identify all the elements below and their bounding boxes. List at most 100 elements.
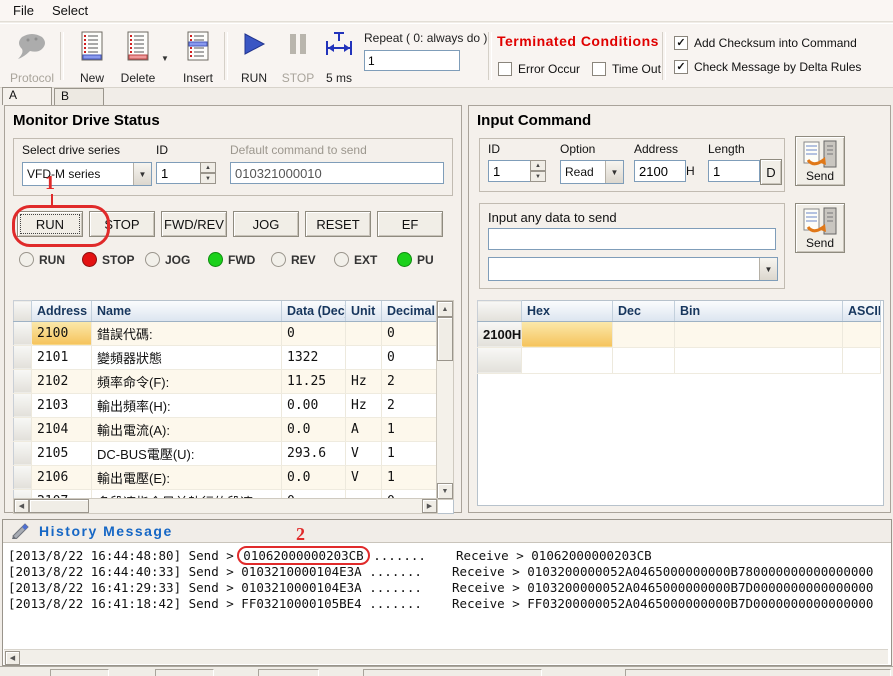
cell-address[interactable]: 2102 xyxy=(32,369,92,393)
run-toolbar-button[interactable]: RUN xyxy=(230,29,278,87)
column-header-bin[interactable]: Bin xyxy=(675,301,843,322)
insert-button[interactable]: Insert xyxy=(174,29,222,87)
cell-hex[interactable] xyxy=(522,321,613,347)
cell-name[interactable]: 輸出頻率(H): xyxy=(92,393,282,417)
drive-series-dropdown-icon[interactable]: ▼ xyxy=(133,163,151,185)
monitor-id-input[interactable] xyxy=(156,162,202,184)
stop-toolbar-button[interactable]: STOP xyxy=(276,29,320,87)
menu-file[interactable]: File xyxy=(4,1,43,20)
scroll-left-icon[interactable]: ◀ xyxy=(5,651,20,665)
monitor-id-spinner[interactable]: ▲▼ xyxy=(200,162,216,184)
check-message-checkbox-row[interactable]: ✓ Check Message by Delta Rules xyxy=(674,60,861,74)
column-header-datadec[interactable]: Data (Dec) xyxy=(282,301,346,322)
delete-dropdown-arrow[interactable]: ▼ xyxy=(161,54,169,63)
scroll-right-icon[interactable]: ▶ xyxy=(422,499,437,513)
cell-address[interactable]: 2100 xyxy=(32,321,92,345)
any-data-input[interactable] xyxy=(488,228,776,250)
drive-button-fwd-rev[interactable]: FWD/REV xyxy=(161,211,227,237)
cell-data[interactable]: 0 xyxy=(282,321,346,345)
cell-unit[interactable]: Hz xyxy=(346,369,382,393)
cell-decimal[interactable]: 2 xyxy=(382,393,437,417)
menu-select[interactable]: Select xyxy=(43,1,97,20)
ic-option-combobox[interactable]: Read ▼ xyxy=(560,160,624,184)
cell-data[interactable]: 11.25 xyxy=(282,369,346,393)
spinner-up-icon[interactable]: ▲ xyxy=(530,160,546,171)
row-header-cell[interactable] xyxy=(14,345,32,369)
interval-button[interactable]: 5 ms xyxy=(316,29,362,87)
column-header-ascii[interactable]: ASCII xyxy=(843,301,881,322)
delete-button[interactable]: Delete xyxy=(114,29,162,87)
drive-series-combobox[interactable]: VFD-M series ▼ xyxy=(22,162,152,186)
cell-name[interactable]: 頻率命令(F): xyxy=(92,369,282,393)
ic-option-dropdown-icon[interactable]: ▼ xyxy=(605,161,623,183)
scroll-left-icon[interactable]: ◀ xyxy=(14,499,29,513)
cell-decimal[interactable]: 1 xyxy=(382,417,437,441)
row-header-cell[interactable] xyxy=(14,369,32,393)
cell-data[interactable]: 0.00 xyxy=(282,393,346,417)
spinner-down-icon[interactable]: ▼ xyxy=(200,173,216,184)
drive-button-jog[interactable]: JOG xyxy=(233,211,299,237)
row-header-cell[interactable] xyxy=(478,347,522,373)
drive-button-reset[interactable]: RESET xyxy=(305,211,371,237)
ic-address-input[interactable] xyxy=(634,160,686,182)
cell-name[interactable]: 錯誤代碼: xyxy=(92,321,282,345)
cell-data[interactable]: 0.0 xyxy=(282,465,346,489)
row-header-cell[interactable]: 2100H xyxy=(478,321,522,347)
row-header-cell[interactable] xyxy=(14,321,32,345)
cell-unit[interactable]: Hz xyxy=(346,393,382,417)
send-any-data-button[interactable]: Send xyxy=(795,203,845,253)
repeat-input[interactable] xyxy=(364,50,460,71)
ic-length-unit-button[interactable]: D xyxy=(760,159,782,185)
column-header-name[interactable]: Name xyxy=(92,301,282,322)
cell-ascii[interactable] xyxy=(843,321,881,347)
cell-ascii[interactable] xyxy=(843,347,881,373)
any-data-dropdown-icon[interactable]: ▼ xyxy=(759,258,777,280)
drive-button-stop[interactable]: STOP xyxy=(89,211,155,237)
column-header-hex[interactable]: Hex xyxy=(522,301,613,322)
time-out-checkbox-row[interactable]: Time Out xyxy=(592,62,661,76)
cell-decimal[interactable]: 2 xyxy=(382,369,437,393)
history-hscrollbar[interactable]: ◀ xyxy=(4,649,888,664)
add-checksum-checkbox-row[interactable]: ✓ Add Checksum into Command xyxy=(674,36,857,50)
column-header-decimal[interactable]: Decimal xyxy=(382,301,437,322)
error-occur-checkbox[interactable] xyxy=(498,62,512,76)
cell-address[interactable]: 2105 xyxy=(32,441,92,465)
history-log[interactable]: [2013/8/22 16:44:48:80] Send > 010620000… xyxy=(4,543,890,659)
drive-button-run[interactable]: RUN xyxy=(17,211,83,237)
drive-button-ef[interactable]: EF xyxy=(377,211,443,237)
spinner-up-icon[interactable]: ▲ xyxy=(200,162,216,173)
cell-dec[interactable] xyxy=(613,347,675,373)
cell-hex[interactable] xyxy=(522,347,613,373)
scroll-down-icon[interactable]: ▼ xyxy=(437,483,453,499)
cell-address[interactable]: 2103 xyxy=(32,393,92,417)
ic-length-input[interactable] xyxy=(708,160,760,182)
cell-name[interactable]: DC-BUS電壓(U): xyxy=(92,441,282,465)
cell-decimal[interactable]: 1 xyxy=(382,441,437,465)
cell-unit[interactable]: A xyxy=(346,417,382,441)
cell-unit[interactable]: V xyxy=(346,465,382,489)
row-header-cell[interactable] xyxy=(14,417,32,441)
column-header-unit[interactable]: Unit xyxy=(346,301,382,322)
tab-b[interactable]: B xyxy=(54,88,104,105)
column-header-dec[interactable]: Dec xyxy=(613,301,675,322)
row-header-cell[interactable] xyxy=(14,393,32,417)
cell-decimal[interactable]: 0 xyxy=(382,321,437,345)
cell-address[interactable]: 2104 xyxy=(32,417,92,441)
column-header-address[interactable]: Address xyxy=(32,301,92,322)
time-out-checkbox[interactable] xyxy=(592,62,606,76)
cell-address[interactable]: 2101 xyxy=(32,345,92,369)
cell-data[interactable]: 0.0 xyxy=(282,417,346,441)
cell-data[interactable]: 1322 xyxy=(282,345,346,369)
ic-id-spinner[interactable]: ▲▼ xyxy=(530,160,546,182)
add-checksum-checkbox[interactable]: ✓ xyxy=(674,36,688,50)
cell-unit[interactable] xyxy=(346,345,382,369)
any-data-history-combobox[interactable]: ▼ xyxy=(488,257,778,281)
tab-a[interactable]: A xyxy=(2,87,52,105)
cell-name[interactable]: 變頻器狀態 xyxy=(92,345,282,369)
hscroll-thumb[interactable] xyxy=(29,499,89,513)
cell-dec[interactable] xyxy=(613,321,675,347)
monitor-table-hscrollbar[interactable]: ◀ ▶ xyxy=(13,498,438,514)
row-header-cell[interactable] xyxy=(14,465,32,489)
new-button[interactable]: New xyxy=(68,29,116,87)
vscroll-thumb[interactable] xyxy=(437,317,453,361)
